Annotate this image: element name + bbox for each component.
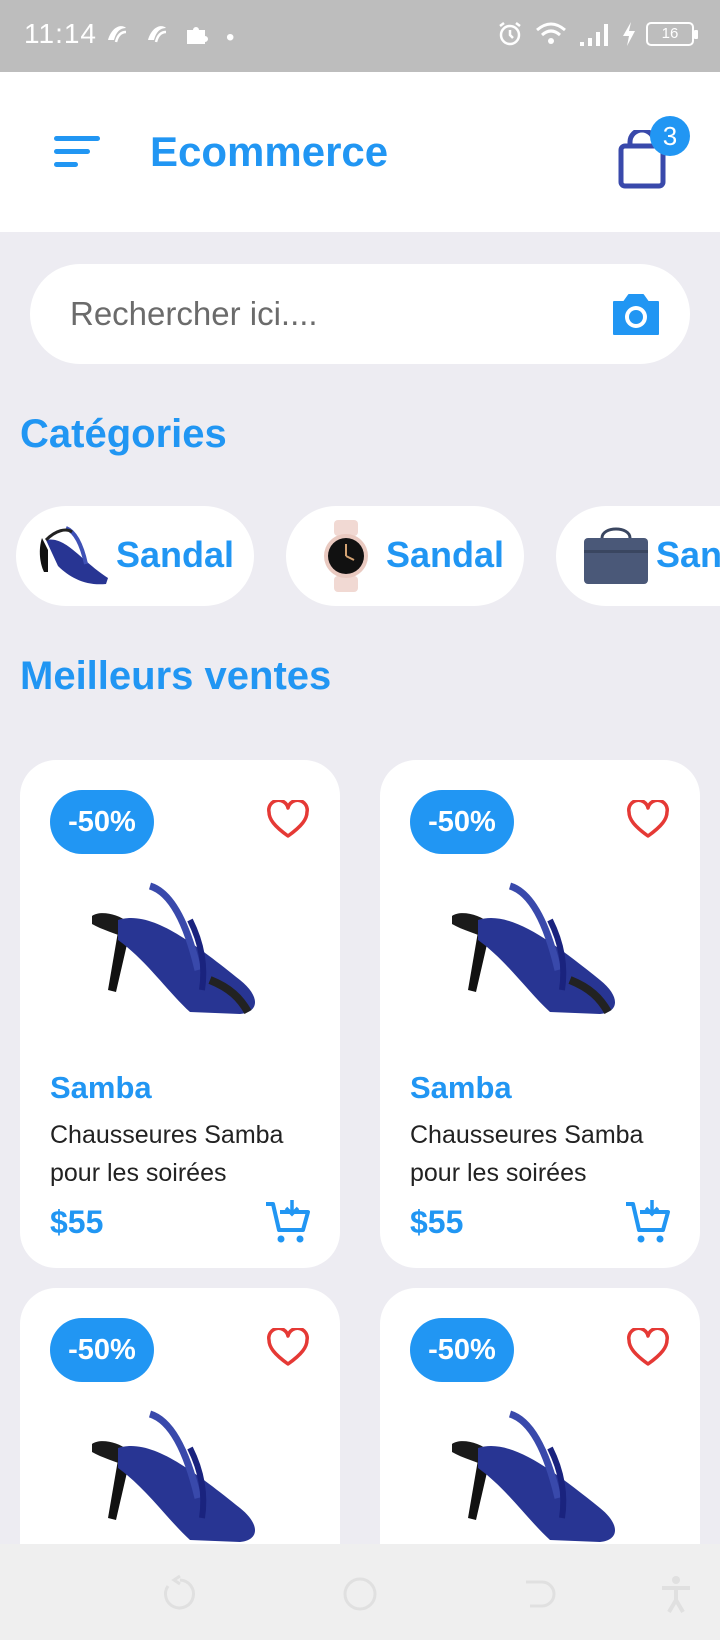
app-title: Ecommerce	[150, 128, 389, 175]
product-price: $55	[50, 1204, 104, 1240]
discount-badge: -50%	[410, 1318, 514, 1382]
system-nav-bar	[0, 1544, 720, 1640]
product-description: Chausseures Samba pour les soirées	[410, 1121, 644, 1187]
category-chip[interactable]: Sandal	[16, 506, 254, 606]
add-to-cart-icon[interactable]	[624, 1198, 672, 1246]
back-icon[interactable]	[520, 1574, 560, 1614]
cart-button[interactable]: 3	[612, 116, 692, 196]
status-time: 11:14	[24, 18, 97, 49]
camera-icon[interactable]	[610, 290, 662, 338]
product-card[interactable]: -50%	[380, 1288, 700, 1544]
app-header: Ecommerce 3	[0, 72, 720, 232]
category-label: Sandal	[116, 534, 235, 575]
product-card[interactable]: -50%	[20, 1288, 340, 1544]
accessibility-icon[interactable]	[656, 1574, 696, 1614]
bag-thumbnail	[584, 527, 648, 584]
signal-icon	[580, 24, 608, 46]
cart-count-badge: 3	[650, 116, 690, 156]
discount-badge: -50%	[50, 1318, 154, 1382]
product-name: Samba	[50, 1070, 152, 1105]
product-image	[452, 1410, 615, 1542]
product-image	[92, 1410, 255, 1542]
product-card[interactable]: -50% Samba Chausseures Samba pour les so…	[380, 760, 700, 1268]
status-bar: 11:14 • 16	[0, 0, 720, 72]
product-price: $55	[410, 1204, 464, 1240]
notification-app-icon	[144, 20, 170, 55]
add-to-cart-icon[interactable]	[264, 1198, 312, 1246]
notification-app-icon	[104, 20, 130, 55]
search-bar	[30, 264, 690, 364]
heart-icon[interactable]	[626, 800, 670, 840]
system-icons: 16	[496, 20, 698, 48]
product-description: Chausseures Samba pour les soirées	[50, 1121, 284, 1187]
menu-icon[interactable]	[54, 132, 102, 172]
categories-title: Catégories	[20, 412, 227, 456]
product-image	[92, 882, 255, 1015]
heart-icon[interactable]	[266, 1328, 310, 1368]
product-name: Samba	[410, 1070, 512, 1105]
category-chip[interactable]: Sandal	[286, 506, 524, 606]
discount-badge: -50%	[50, 790, 154, 854]
notification-icons: •	[104, 20, 234, 55]
heart-icon[interactable]	[266, 800, 310, 840]
sandal-thumbnail	[39, 526, 108, 585]
category-label: Sandal	[656, 534, 720, 575]
product-card[interactable]: -50% Samba Chausseures Samba pour les so…	[20, 760, 340, 1268]
discount-badge: -50%	[410, 790, 514, 854]
charging-icon	[623, 22, 635, 46]
battery-icon: 16	[646, 22, 698, 46]
alarm-icon	[499, 22, 521, 46]
home-icon[interactable]	[340, 1574, 380, 1614]
puzzle-icon	[184, 20, 212, 55]
category-label: Sandal	[386, 534, 505, 575]
watch-thumbnail	[324, 520, 368, 592]
recents-icon[interactable]	[160, 1574, 200, 1614]
heart-icon[interactable]	[626, 1328, 670, 1368]
category-chip[interactable]: Sandal	[556, 506, 720, 606]
wifi-icon	[536, 22, 566, 44]
dot-icon: •	[226, 23, 235, 51]
main-content: Catégories Sandal Sandal	[0, 234, 720, 1544]
search-input[interactable]	[70, 288, 590, 340]
best-sellers-title: Meilleurs ventes	[20, 654, 332, 698]
product-image	[452, 882, 615, 1015]
categories-list: Sandal Sandal Sandal	[16, 506, 720, 606]
